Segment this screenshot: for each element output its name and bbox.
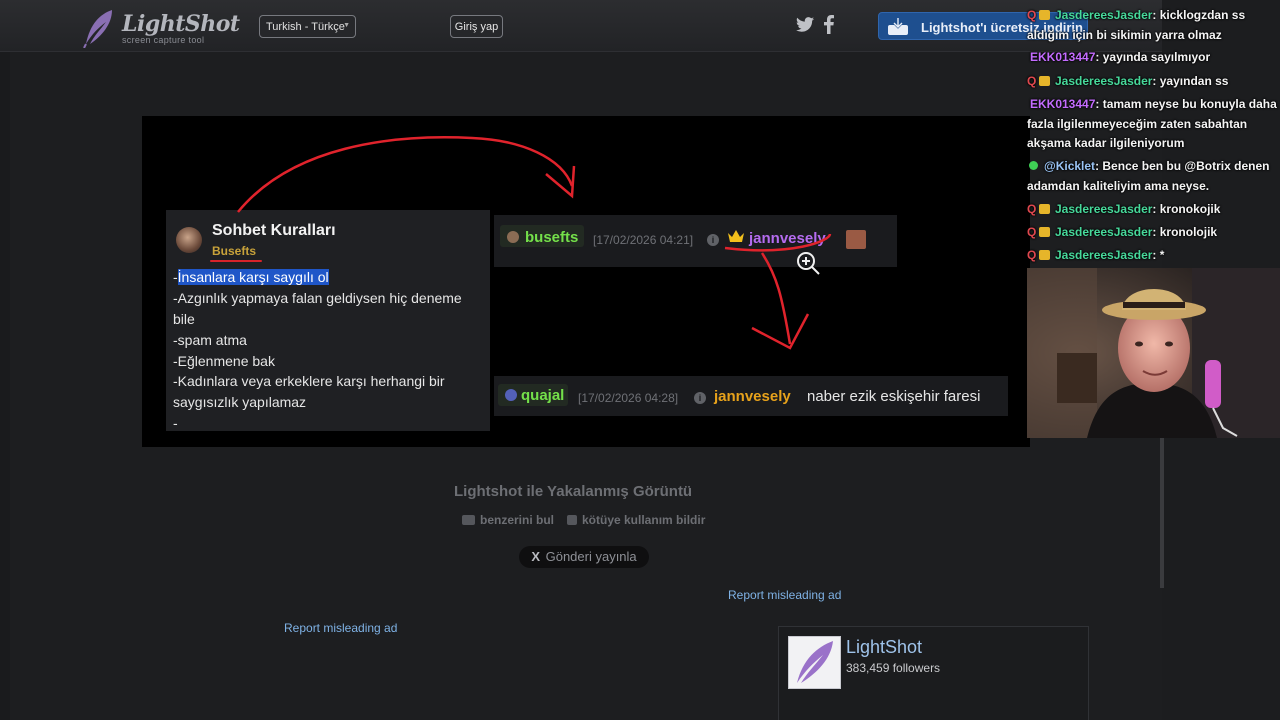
report-ad-link[interactable]: Report misleading ad — [284, 621, 397, 635]
chat-username: JasdereesJasder — [1055, 8, 1153, 22]
subscriber-badge-icon — [1039, 227, 1050, 237]
language-value: Turkish - Türkçe — [266, 21, 345, 33]
chat-username: JasdereesJasder — [1055, 74, 1153, 88]
feather-icon — [83, 10, 112, 48]
subscriber-badge-icon — [1039, 250, 1050, 260]
subscriber-badge-icon — [1039, 10, 1050, 20]
left-strip — [0, 52, 10, 720]
annotation-arrows — [237, 136, 832, 350]
login-button[interactable]: Giriş yap — [450, 15, 503, 38]
find-similar-link[interactable]: benzerini bul — [462, 513, 554, 527]
facebook-icon[interactable] — [824, 15, 834, 34]
chat-text: : * — [1152, 248, 1165, 262]
lightshot-page: LightShot screen capture tool Turkish - … — [0, 0, 1164, 720]
flag-icon — [567, 515, 577, 525]
verified-bot-icon — [1029, 161, 1038, 170]
chat-line: Q JasdereesJasder: kicklogzdan ss aldığım… — [1027, 6, 1280, 45]
chat-line: Q JasdereesJasder: kronolojik — [1027, 223, 1280, 243]
chat-line: @Kicklet: Bence ben bu @Botrix denen ada… — [1027, 157, 1280, 196]
twitter-icon[interactable] — [796, 17, 814, 32]
mod-badge-icon: Q — [1027, 202, 1037, 216]
find-similar-label: benzerini bul — [480, 513, 555, 527]
captured-screenshot[interactable]: Sohbet Kuralları Busefts -İnsanlara karş… — [142, 116, 1030, 447]
caret-down-icon: ▼ — [343, 22, 350, 29]
report-abuse-label: kötüye kullanım bildir — [582, 513, 706, 527]
chat-text: : kronokojik — [1152, 202, 1221, 216]
chat-username: @Kicklet — [1044, 159, 1096, 173]
chat-line: EKK013447: tamam neyse bu konuyla daha f… — [1027, 95, 1280, 154]
facebook-followers: 383,459 followers — [846, 661, 941, 675]
download-icon — [888, 18, 908, 35]
chat-line: Q JasdereesJasder: yayından ss — [1027, 72, 1280, 92]
chat-line: Q JasdereesJasder: kronokojik — [1027, 200, 1280, 220]
lightshot-logo[interactable]: LightShot screen capture tool — [82, 8, 240, 48]
report-ad-link[interactable]: Report misleading ad — [728, 588, 841, 602]
streamer-webcam — [1027, 268, 1280, 438]
chat-line: Q JasdereesJasder: * — [1027, 246, 1280, 266]
webcam-feed — [1027, 268, 1280, 438]
lightshot-page-logo[interactable] — [788, 636, 841, 689]
chat-username: EKK013447 — [1030, 50, 1096, 64]
camera-icon — [462, 515, 475, 525]
mod-badge-icon: Q — [1027, 248, 1037, 262]
chat-text: : yayından ss — [1152, 74, 1229, 88]
x-logo-icon: X — [531, 549, 540, 564]
mod-badge-icon: Q — [1027, 8, 1037, 22]
post-button-label: Gönderi yayınla — [545, 549, 637, 564]
mod-badge-icon: Q — [1027, 225, 1037, 239]
top-navbar: LightShot screen capture tool Turkish - … — [0, 0, 1162, 52]
stream-chat-overlay: Q JasdereesJasder: kicklogzdan ss aldığım… — [1027, 0, 1280, 268]
feather-icon — [797, 641, 833, 683]
page-caption: Lightshot ile Yakalanmış Görüntü — [454, 483, 693, 500]
subscriber-badge-icon — [1039, 76, 1050, 86]
logo-subtitle: screen capture tool — [122, 35, 205, 45]
chat-line: EKK013447: yayında sayılmıyor — [1027, 48, 1280, 68]
post-on-x-button[interactable]: X Gönderi yayınla — [519, 546, 649, 568]
language-select[interactable]: Turkish - Türkçe ▼ — [259, 15, 356, 38]
chat-text: : yayında sayılmıyor — [1095, 50, 1211, 64]
chat-username: EKK013447 — [1030, 97, 1096, 111]
facebook-page-widget[interactable]: LightShot 383,459 followers — [778, 626, 1089, 720]
logo-title: LightShot — [122, 11, 240, 37]
facebook-page-name[interactable]: LightShot — [846, 637, 922, 658]
mod-badge-icon: Q — [1027, 74, 1037, 88]
chat-username: JasdereesJasder — [1055, 202, 1153, 216]
chat-username: JasdereesJasder — [1055, 248, 1153, 262]
report-abuse-link[interactable]: kötüye kullanım bildir — [567, 513, 705, 527]
chat-text: : kronolojik — [1152, 225, 1218, 239]
chat-username: JasdereesJasder — [1055, 225, 1153, 239]
subscriber-badge-icon — [1039, 204, 1050, 214]
